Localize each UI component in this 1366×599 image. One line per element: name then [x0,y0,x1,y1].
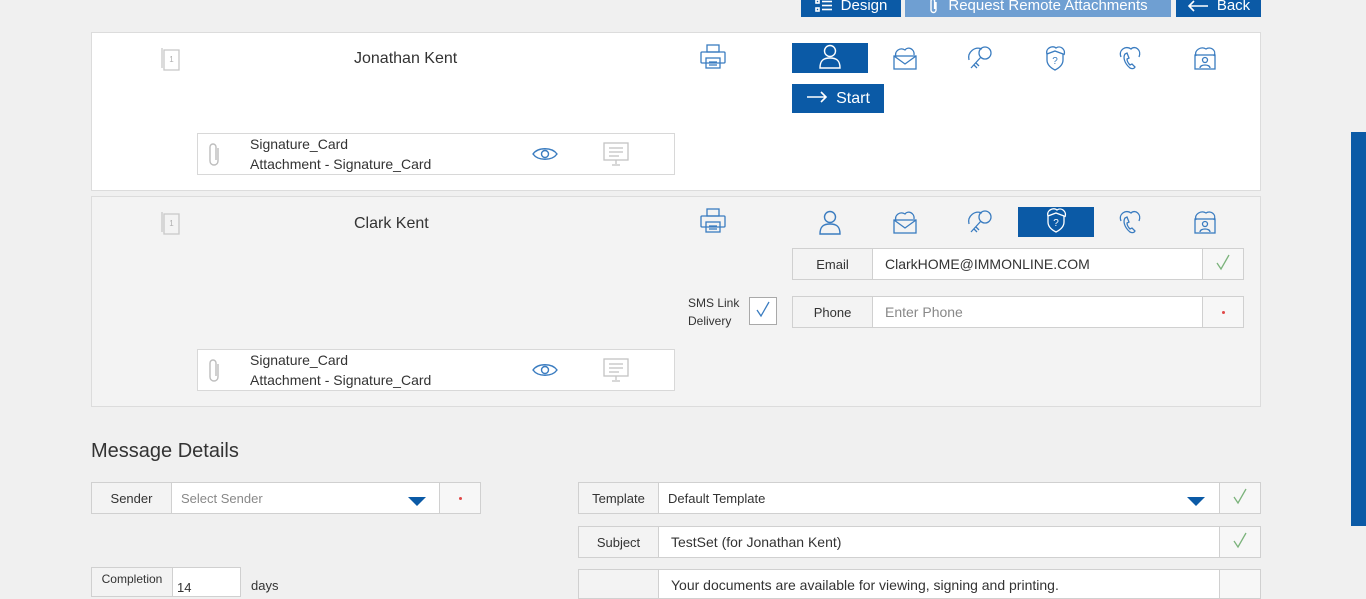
sender-select-value: Select Sender [181,490,263,506]
template-select-value: Default Template [668,490,766,506]
attachment-title: Signature_Card [250,136,349,152]
cloud-id-card-icon [1191,45,1219,76]
completion-unit: days [251,578,279,593]
start-button-label: Start [836,89,870,107]
sms-label-line1: SMS Link [688,296,740,310]
design-button[interactable]: Design [801,0,901,17]
person-icon [818,43,842,74]
subject-label: Subject [578,526,659,558]
delivery-key-option[interactable] [942,209,1018,239]
back-button[interactable]: Back [1176,0,1261,17]
delivery-email-option[interactable] [867,45,943,75]
signer-name: Jonathan Kent [354,50,458,67]
delivery-phone-option[interactable] [1092,45,1168,75]
attachment-subtitle: Attachment - Signature_Card [250,372,432,388]
cloud-email-icon [891,209,919,240]
message-body-textarea[interactable]: Your documents are available for viewing… [658,569,1220,599]
message-details-title: Message Details [91,440,239,462]
subject-input[interactable]: TestSet (for Jonathan Kent) [658,526,1220,558]
key-icon [966,44,994,77]
svg-text:?: ? [1053,218,1059,229]
email-label: Email [792,248,873,280]
sms-link-delivery-checkbox[interactable] [749,297,777,325]
screen-icon[interactable] [603,141,629,172]
eye-icon[interactable] [532,362,558,383]
cloud-phone-icon [1116,208,1144,241]
eye-icon[interactable] [532,146,558,167]
check-icon [755,300,771,323]
phone-label: Phone [792,296,873,328]
cloud-email-icon [891,45,919,76]
chevron-down-icon [1187,495,1205,510]
delivery-in-person-option[interactable] [792,43,868,73]
key-icon [966,208,994,241]
design-button-label: Design [840,0,888,14]
sender-required-status [439,482,481,514]
email-valid-status [1202,248,1244,280]
document-order-icon: 1 [160,209,182,242]
message-body-label [578,569,659,599]
message-body-status [1219,569,1261,599]
delivery-id-option[interactable] [1167,209,1243,239]
scrollbar-thumb[interactable] [1351,132,1366,526]
sender-select[interactable]: Select Sender [171,482,440,514]
shield-question-icon: ? [1042,206,1070,239]
paperclip-icon [928,0,940,14]
list-icon [814,0,833,13]
signer-name: Clark Kent [354,215,429,232]
attachment-row: Signature_Card Attachment - Signature_Ca… [197,349,675,391]
delivery-in-person-option[interactable] [792,209,868,239]
delivery-email-option[interactable] [867,209,943,239]
required-dot-icon [458,496,462,500]
check-icon [1233,487,1247,510]
printer-icon[interactable] [699,43,727,76]
arrow-left-icon [1187,0,1209,12]
delivery-kba-option[interactable]: ? [1017,45,1093,75]
check-icon [1216,253,1230,276]
sender-label: Sender [91,482,172,514]
delivery-kba-option[interactable]: ? [1018,207,1094,237]
template-label: Template [578,482,659,514]
paperclip-icon [208,142,222,173]
svg-text:1: 1 [169,55,174,64]
paperclip-icon [208,358,222,389]
attachment-title: Signature_Card [250,352,349,368]
screen-icon[interactable] [603,357,629,388]
signer-card-clark-kent: 1 Clark Kent ? SMS Link Delivery Email C… [91,196,1261,407]
start-button[interactable]: Start [792,84,884,113]
arrow-right-icon [806,90,828,108]
delivery-key-option[interactable] [942,45,1018,75]
phone-required-status [1202,296,1244,328]
completion-days-input[interactable]: 14 [172,567,241,597]
check-icon [1233,531,1247,554]
template-valid-status [1219,482,1261,514]
printer-icon[interactable] [699,207,727,240]
attachment-row: Signature_Card Attachment - Signature_Ca… [197,133,675,175]
document-order-icon: 1 [160,45,182,78]
person-icon [818,209,842,240]
phone-input[interactable]: Enter Phone [872,296,1203,328]
signer-card-jonathan-kent: 1 Jonathan Kent ? Start Signature_Card A… [91,32,1261,191]
shield-question-icon: ? [1041,44,1069,77]
template-select[interactable]: Default Template [658,482,1220,514]
request-remote-attachments-button[interactable]: Request Remote Attachments [905,0,1171,17]
chevron-down-icon [408,495,426,510]
cloud-id-card-icon [1191,209,1219,240]
email-field[interactable]: ClarkHOME@IMMONLINE.COM [872,248,1203,280]
delivery-phone-option[interactable] [1092,209,1168,239]
completion-label: Completion [91,567,173,597]
cloud-phone-icon [1116,44,1144,77]
back-button-label: Back [1216,0,1251,14]
svg-text:?: ? [1052,56,1058,67]
sms-label-line2: Delivery [688,314,732,328]
sms-link-delivery-label: SMS Link Delivery [688,294,739,330]
request-remote-attachments-label: Request Remote Attachments [948,0,1148,14]
required-dot-icon [1221,310,1225,314]
subject-valid-status [1219,526,1261,558]
attachment-subtitle: Attachment - Signature_Card [250,156,432,172]
svg-text:1: 1 [169,219,174,228]
delivery-id-option[interactable] [1167,45,1243,75]
